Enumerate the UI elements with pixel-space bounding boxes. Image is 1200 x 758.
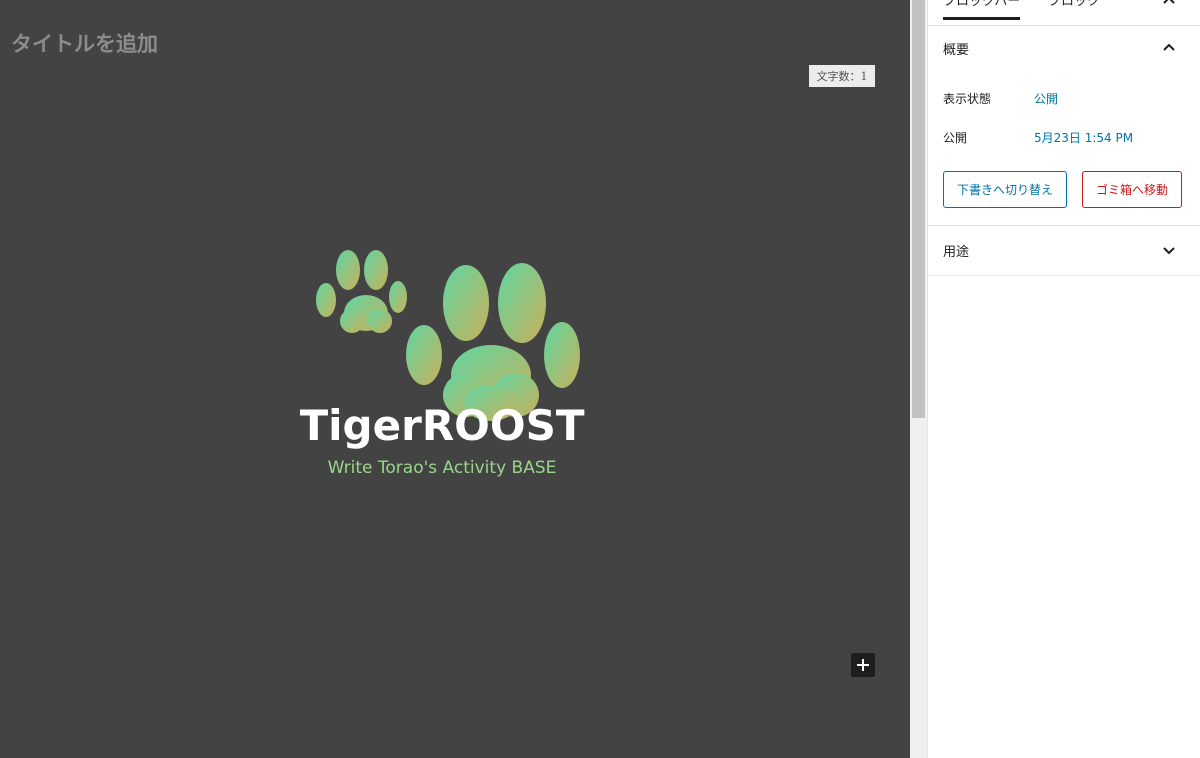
large-paw-icon bbox=[406, 263, 580, 421]
visibility-value-link[interactable]: 公開 bbox=[1034, 90, 1058, 107]
visibility-label: 表示状態 bbox=[943, 92, 992, 106]
panel-divider bbox=[928, 225, 1200, 226]
settings-sidebar: ブロックバー ブロック 概要 表示状態 公開 公開 5月23日 1:54 PM … bbox=[927, 0, 1200, 758]
editor-canvas[interactable]: タイトルを追加 文字数：1 TigerROOST Write Torao's A… bbox=[0, 0, 910, 758]
chevron-down-icon bbox=[1163, 247, 1175, 255]
logo-brand-text: TigerROOST bbox=[300, 401, 585, 450]
scrollbar-thumb[interactable] bbox=[912, 0, 925, 418]
sidebar-tabs: ブロックバー ブロック bbox=[928, 0, 1200, 26]
publish-label: 公開 bbox=[943, 131, 968, 145]
post-title-input[interactable]: タイトルを追加 bbox=[11, 28, 158, 58]
tab-block[interactable]: ブロック bbox=[1048, 0, 1100, 9]
summary-panel-title: 概要 bbox=[943, 42, 970, 58]
editor-scrollbar[interactable] bbox=[910, 0, 927, 758]
switch-to-draft-button[interactable]: 下書きへ切り替え bbox=[943, 171, 1067, 208]
tigerroost-logo[interactable]: TigerROOST Write Torao's Activity BASE bbox=[300, 245, 590, 485]
tab-document[interactable]: ブロックバー bbox=[943, 0, 1021, 20]
usage-panel-header[interactable]: 用途 bbox=[928, 228, 1200, 272]
add-block-button[interactable] bbox=[851, 653, 875, 677]
char-count-badge: 文字数：1 bbox=[809, 65, 875, 87]
usage-panel-title: 用途 bbox=[943, 244, 970, 260]
move-to-trash-button[interactable]: ゴミ箱へ移動 bbox=[1082, 171, 1182, 208]
plus-icon bbox=[857, 659, 869, 671]
logo-tagline-text: Write Torao's Activity BASE bbox=[328, 458, 557, 478]
summary-panel-header[interactable]: 概要 bbox=[928, 26, 1200, 70]
chevron-up-icon bbox=[1163, 43, 1175, 51]
small-paw-icon bbox=[316, 250, 407, 333]
close-icon bbox=[1163, 0, 1175, 4]
panel-divider bbox=[928, 275, 1200, 276]
close-sidebar-button[interactable] bbox=[1156, 0, 1182, 12]
publish-date-link[interactable]: 5月23日 1:54 PM bbox=[1034, 129, 1133, 146]
